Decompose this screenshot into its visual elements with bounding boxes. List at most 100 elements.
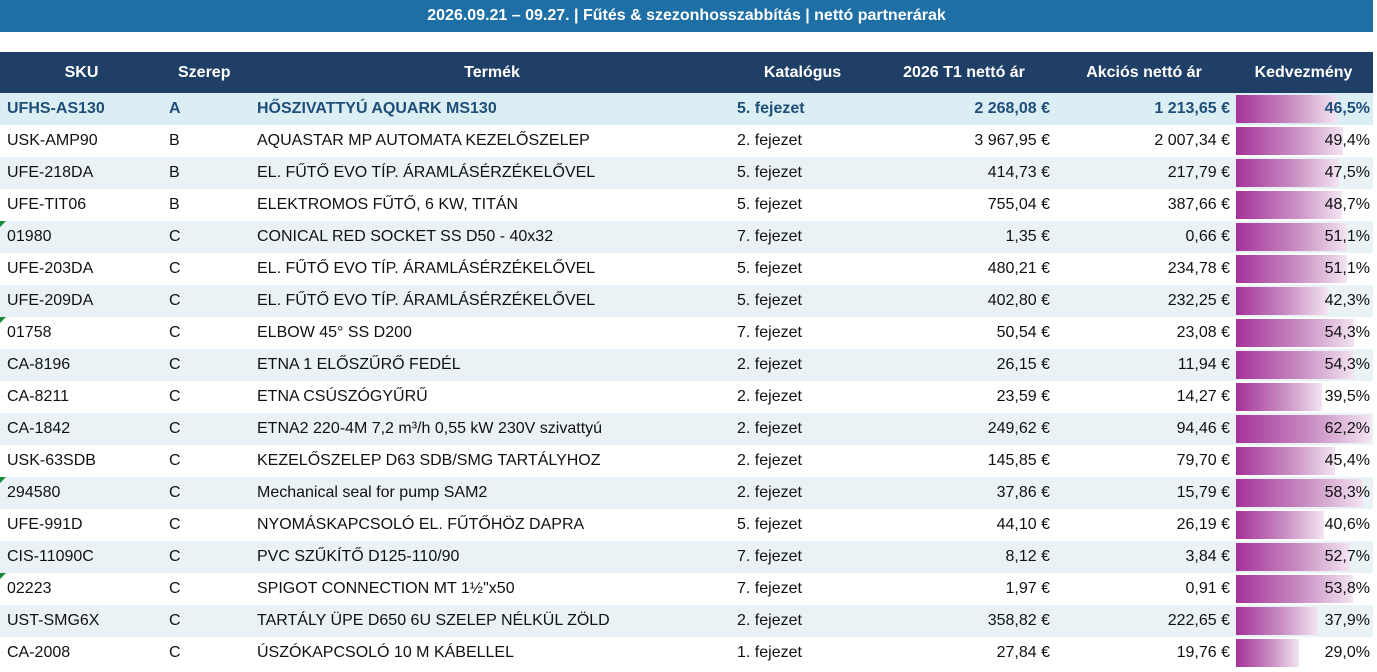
discount-cell[interactable]: 62,2% [1234, 413, 1373, 445]
header-list-price[interactable]: 2026 T1 nettó ár [874, 52, 1054, 93]
sku-cell[interactable]: UST-SMG6X [0, 605, 163, 637]
catalog-cell[interactable]: 5. fejezet [731, 157, 874, 189]
promo-price-cell[interactable]: 11,94 € [1054, 349, 1234, 381]
list-price-cell[interactable]: 2 268,08 € [874, 93, 1054, 125]
discount-cell[interactable]: 54,3% [1234, 349, 1373, 381]
catalog-cell[interactable]: 2. fejezet [731, 605, 874, 637]
catalog-cell[interactable]: 2. fejezet [731, 125, 874, 157]
discount-cell[interactable]: 49,4% [1234, 125, 1373, 157]
role-cell[interactable]: C [163, 637, 253, 669]
role-cell[interactable]: C [163, 477, 253, 509]
sku-cell[interactable]: 294580 [0, 477, 163, 509]
product-cell[interactable]: TARTÁLY ÜPE D650 6U SZELEP NÉLKÜL ZÖLD [253, 605, 731, 637]
product-cell[interactable]: KEZELŐSZELEP D63 SDB/SMG TARTÁLYHOZ [253, 445, 731, 477]
discount-cell[interactable]: 40,6% [1234, 509, 1373, 541]
product-cell[interactable]: ELEKTROMOS FŰTŐ, 6 KW, TITÁN [253, 189, 731, 221]
list-price-cell[interactable]: 37,86 € [874, 477, 1054, 509]
list-price-cell[interactable]: 50,54 € [874, 317, 1054, 349]
sku-cell[interactable]: CA-8196 [0, 349, 163, 381]
product-cell[interactable]: SPIGOT CONNECTION MT 1½"x50 [253, 573, 731, 605]
discount-cell[interactable]: 45,4% [1234, 445, 1373, 477]
role-cell[interactable]: A [163, 93, 253, 125]
sku-cell[interactable]: 01980 [0, 221, 163, 253]
catalog-cell[interactable]: 7. fejezet [731, 573, 874, 605]
role-cell[interactable]: C [163, 413, 253, 445]
promo-price-cell[interactable]: 387,66 € [1054, 189, 1234, 221]
product-cell[interactable]: AQUASTAR MP AUTOMATA KEZELŐSZELEP [253, 125, 731, 157]
promo-price-cell[interactable]: 15,79 € [1054, 477, 1234, 509]
sku-cell[interactable]: USK-63SDB [0, 445, 163, 477]
product-cell[interactable]: ÚSZÓKAPCSOLÓ 10 M KÁBELLEL [253, 637, 731, 669]
catalog-cell[interactable]: 7. fejezet [731, 317, 874, 349]
promo-price-cell[interactable]: 14,27 € [1054, 381, 1234, 413]
promo-price-cell[interactable]: 79,70 € [1054, 445, 1234, 477]
header-promo-price[interactable]: Akciós nettó ár [1054, 52, 1234, 93]
header-product[interactable]: Termék [253, 52, 731, 93]
catalog-cell[interactable]: 5. fejezet [731, 509, 874, 541]
discount-cell[interactable]: 48,7% [1234, 189, 1373, 221]
discount-cell[interactable]: 39,5% [1234, 381, 1373, 413]
product-cell[interactable]: CONICAL RED SOCKET SS D50 - 40x32 [253, 221, 731, 253]
discount-cell[interactable]: 51,1% [1234, 221, 1373, 253]
sku-cell[interactable]: UFE-218DA [0, 157, 163, 189]
product-cell[interactable]: HŐSZIVATTYÚ AQUARK MS130 [253, 93, 731, 125]
product-cell[interactable]: EL. FŰTŐ EVO TÍP. ÁRAMLÁSÉRZÉKELŐVEL [253, 285, 731, 317]
catalog-cell[interactable]: 5. fejezet [731, 253, 874, 285]
sku-cell[interactable]: CIS-11090C [0, 541, 163, 573]
role-cell[interactable]: B [163, 125, 253, 157]
role-cell[interactable]: C [163, 573, 253, 605]
list-price-cell[interactable]: 402,80 € [874, 285, 1054, 317]
role-cell[interactable]: C [163, 317, 253, 349]
product-cell[interactable]: EL. FŰTŐ EVO TÍP. ÁRAMLÁSÉRZÉKELŐVEL [253, 157, 731, 189]
catalog-cell[interactable]: 2. fejezet [731, 477, 874, 509]
promo-price-cell[interactable]: 2 007,34 € [1054, 125, 1234, 157]
role-cell[interactable]: C [163, 285, 253, 317]
header-discount[interactable]: Kedvezmény [1234, 52, 1373, 93]
sku-cell[interactable]: 02223 [0, 573, 163, 605]
role-cell[interactable]: C [163, 349, 253, 381]
discount-cell[interactable]: 51,1% [1234, 253, 1373, 285]
list-price-cell[interactable]: 27,84 € [874, 637, 1054, 669]
discount-cell[interactable]: 47,5% [1234, 157, 1373, 189]
promo-price-cell[interactable]: 232,25 € [1054, 285, 1234, 317]
role-cell[interactable]: B [163, 157, 253, 189]
list-price-cell[interactable]: 1,35 € [874, 221, 1054, 253]
sku-cell[interactable]: CA-8211 [0, 381, 163, 413]
promo-price-cell[interactable]: 0,91 € [1054, 573, 1234, 605]
discount-cell[interactable]: 29,0% [1234, 637, 1373, 669]
sku-cell[interactable]: UFE-203DA [0, 253, 163, 285]
list-price-cell[interactable]: 8,12 € [874, 541, 1054, 573]
discount-cell[interactable]: 46,5% [1234, 93, 1373, 125]
header-role[interactable]: Szerep [163, 52, 253, 93]
role-cell[interactable]: C [163, 221, 253, 253]
sku-cell[interactable]: USK-AMP90 [0, 125, 163, 157]
role-cell[interactable]: C [163, 509, 253, 541]
list-price-cell[interactable]: 145,85 € [874, 445, 1054, 477]
promo-price-cell[interactable]: 19,76 € [1054, 637, 1234, 669]
promo-price-cell[interactable]: 234,78 € [1054, 253, 1234, 285]
product-cell[interactable]: Mechanical seal for pump SAM2 [253, 477, 731, 509]
sku-cell[interactable]: CA-2008 [0, 637, 163, 669]
promo-price-cell[interactable]: 0,66 € [1054, 221, 1234, 253]
discount-cell[interactable]: 54,3% [1234, 317, 1373, 349]
catalog-cell[interactable]: 2. fejezet [731, 349, 874, 381]
list-price-cell[interactable]: 1,97 € [874, 573, 1054, 605]
list-price-cell[interactable]: 414,73 € [874, 157, 1054, 189]
list-price-cell[interactable]: 358,82 € [874, 605, 1054, 637]
product-cell[interactable]: ELBOW 45° SS D200 [253, 317, 731, 349]
role-cell[interactable]: C [163, 381, 253, 413]
promo-price-cell[interactable]: 222,65 € [1054, 605, 1234, 637]
list-price-cell[interactable]: 26,15 € [874, 349, 1054, 381]
promo-price-cell[interactable]: 94,46 € [1054, 413, 1234, 445]
list-price-cell[interactable]: 480,21 € [874, 253, 1054, 285]
catalog-cell[interactable]: 5. fejezet [731, 285, 874, 317]
promo-price-cell[interactable]: 3,84 € [1054, 541, 1234, 573]
role-cell[interactable]: C [163, 445, 253, 477]
sku-cell[interactable]: UFE-209DA [0, 285, 163, 317]
catalog-cell[interactable]: 2. fejezet [731, 413, 874, 445]
product-cell[interactable]: PVC SZŰKÍTŐ D125-110/90 [253, 541, 731, 573]
role-cell[interactable]: C [163, 253, 253, 285]
catalog-cell[interactable]: 7. fejezet [731, 221, 874, 253]
list-price-cell[interactable]: 755,04 € [874, 189, 1054, 221]
list-price-cell[interactable]: 44,10 € [874, 509, 1054, 541]
